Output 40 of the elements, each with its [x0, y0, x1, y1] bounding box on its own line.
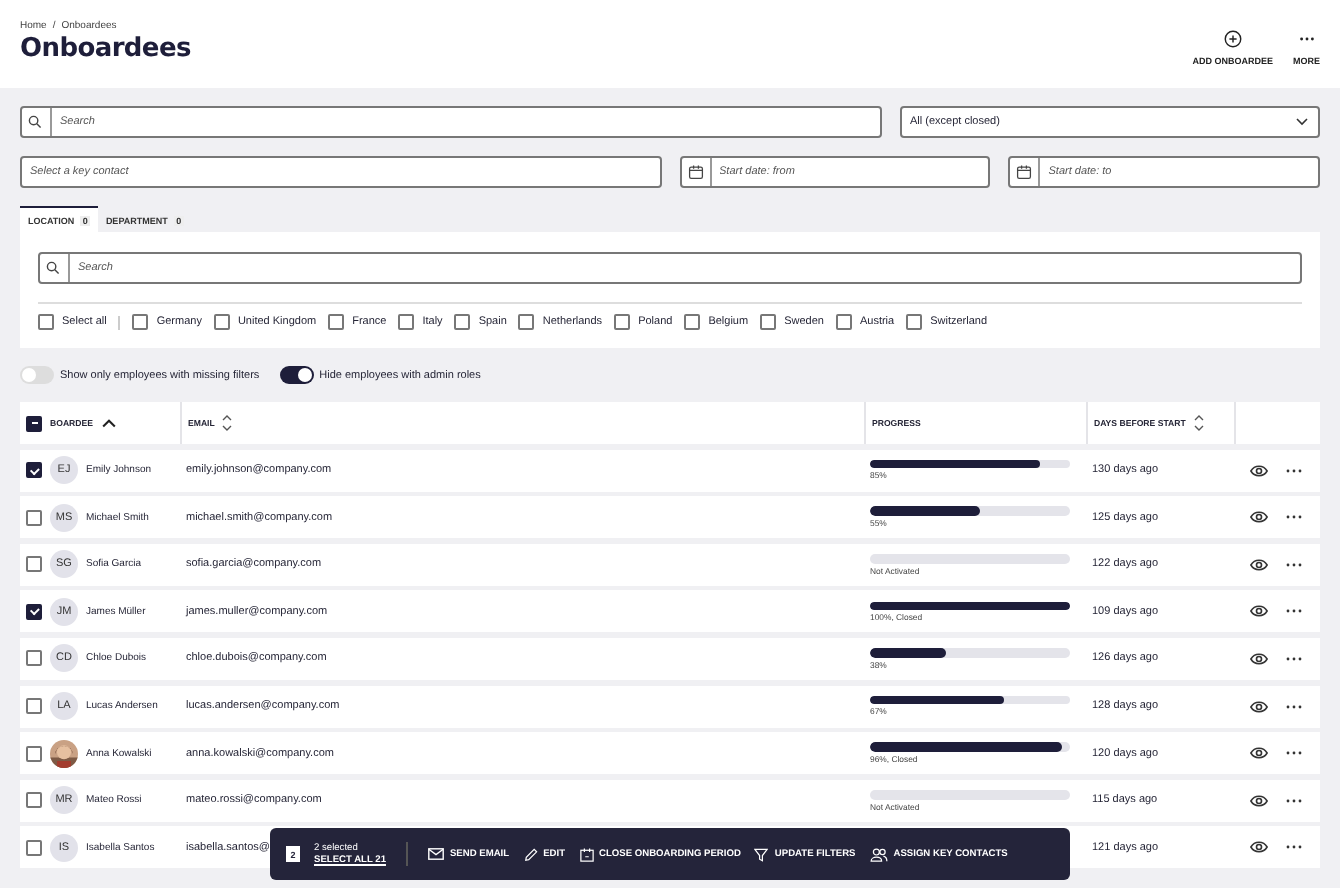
- more-icon[interactable]: [1286, 797, 1302, 804]
- calendar-icon: [1016, 164, 1033, 180]
- eye-icon[interactable]: [1250, 463, 1268, 478]
- people-icon: [869, 847, 888, 861]
- eye-icon[interactable]: [1250, 604, 1268, 619]
- row-checkbox[interactable]: [26, 509, 42, 526]
- chevron-down-icon: [1296, 118, 1308, 126]
- more-icon[interactable]: [1286, 467, 1302, 474]
- eye-icon[interactable]: [1250, 746, 1268, 761]
- more-icon[interactable]: [1286, 844, 1302, 851]
- row-checkbox[interactable]: [26, 462, 42, 479]
- row-checkbox[interactable]: [26, 698, 42, 715]
- eye-icon[interactable]: [1250, 510, 1268, 525]
- row-checkbox[interactable]: [26, 603, 42, 620]
- plus-circle-icon: [1223, 30, 1242, 48]
- filter-icon: [754, 847, 769, 861]
- search-icon: [46, 261, 60, 275]
- eye-icon[interactable]: [1250, 793, 1268, 808]
- more-icon[interactable]: [1286, 703, 1302, 710]
- row-checkbox[interactable]: [26, 650, 42, 667]
- row-checkbox[interactable]: [26, 745, 42, 762]
- row-checkbox[interactable]: [26, 556, 42, 573]
- pencil-icon: [523, 847, 538, 861]
- page-title: Onboardees: [20, 34, 191, 64]
- eye-icon[interactable]: [1250, 840, 1268, 855]
- more-icon[interactable]: [1286, 514, 1302, 521]
- eye-icon[interactable]: [1250, 651, 1268, 666]
- row-checkbox[interactable]: [26, 792, 42, 809]
- more-icon[interactable]: [1286, 655, 1302, 662]
- envelope-icon: [427, 848, 444, 860]
- search-icon: [28, 115, 42, 129]
- eye-icon[interactable]: [1250, 699, 1268, 714]
- calendar-icon: [579, 847, 594, 861]
- more-icon[interactable]: [1286, 750, 1302, 757]
- eye-icon[interactable]: [1250, 557, 1268, 572]
- select-all-checkbox[interactable]: [26, 415, 42, 431]
- more-icon[interactable]: [1286, 608, 1302, 615]
- calendar-icon: [687, 164, 703, 180]
- more-icon[interactable]: [1286, 561, 1302, 568]
- row-checkbox[interactable]: [26, 839, 42, 856]
